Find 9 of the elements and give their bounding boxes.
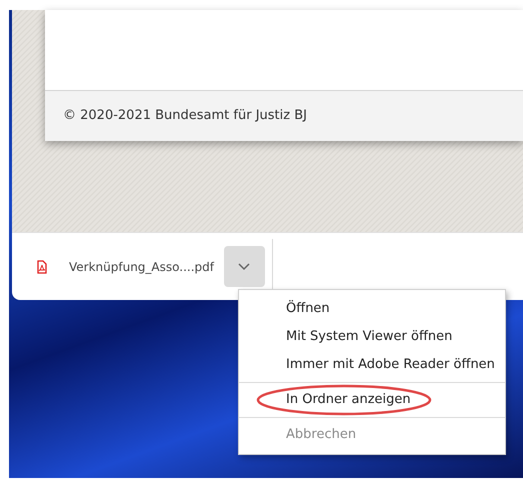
dropdown-button[interactable] <box>224 246 265 287</box>
pdf-file-icon <box>37 260 47 274</box>
file-name[interactable]: Verknüpfung_Asso....pdf <box>69 258 214 276</box>
copyright-text: © 2020-2021 Bundesamt für Justiz BJ <box>63 107 307 126</box>
chevron-down-icon <box>238 262 250 270</box>
menu-item[interactable]: Mit System Viewer öffnen <box>239 323 505 351</box>
menu-item[interactable]: Öffnen <box>239 295 505 323</box>
menu-item[interactable]: Immer mit Adobe Reader öffnen <box>239 351 505 379</box>
menu-item[interactable]: In Ordner anzeigen <box>239 386 505 414</box>
